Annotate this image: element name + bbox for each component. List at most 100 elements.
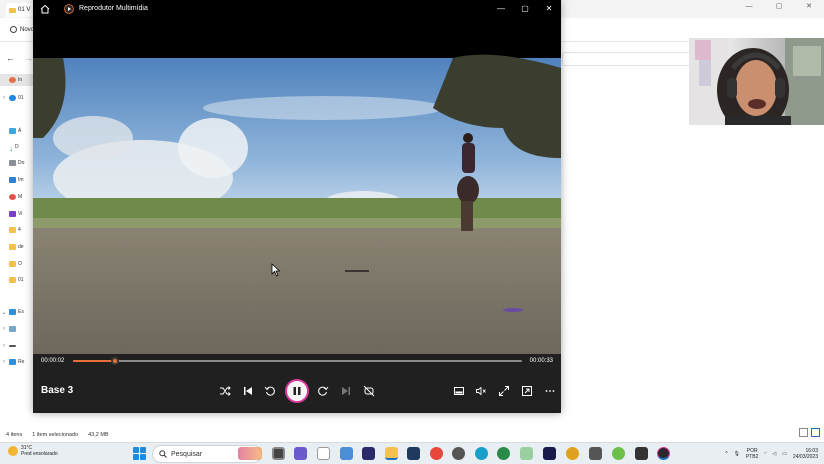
- nav-item-folder[interactable]: O: [0, 258, 22, 270]
- app-icon[interactable]: [589, 447, 602, 460]
- nav-item-label: M: [18, 194, 23, 200]
- nav-item-downloads[interactable]: ↓ D: [0, 141, 19, 153]
- more-icon: [545, 390, 555, 392]
- nav-item-label: 01: [18, 95, 24, 101]
- video-frame[interactable]: [33, 18, 561, 354]
- search-placeholder: Pesquisar: [171, 450, 203, 458]
- nav-item-folder[interactable]: 01: [0, 274, 24, 286]
- volume-button[interactable]: [474, 384, 488, 398]
- volume-icon: [476, 386, 486, 396]
- image-icon: [9, 177, 16, 183]
- battery-icon[interactable]: ▭: [782, 451, 787, 457]
- nav-item-label: Do: [18, 160, 25, 166]
- download-icon: ↓: [9, 144, 13, 153]
- more-options-button[interactable]: [543, 384, 557, 398]
- status-selected: 1 item selecionado: [32, 432, 79, 438]
- repeat-button[interactable]: [362, 384, 376, 398]
- app-icon[interactable]: [635, 447, 648, 460]
- desktop-icon: [9, 128, 16, 134]
- chat-icon[interactable]: [294, 447, 307, 460]
- chrome-icon[interactable]: [430, 447, 443, 460]
- start-button[interactable]: [133, 447, 146, 460]
- tiles-view-icon[interactable]: [811, 428, 820, 437]
- nav-item-home[interactable]: In: [0, 74, 34, 86]
- maximize-icon[interactable]: ▢: [513, 0, 537, 18]
- music-icon: [9, 194, 16, 200]
- current-time: 00:00:02: [41, 358, 65, 364]
- after-effects-icon[interactable]: [543, 447, 556, 460]
- task-view-icon[interactable]: [272, 447, 285, 460]
- home-icon: [9, 77, 16, 83]
- home-icon[interactable]: [39, 3, 51, 15]
- nav-item-network[interactable]: › Re: [0, 356, 24, 368]
- premiere-icon[interactable]: [362, 447, 375, 460]
- pause-button[interactable]: [285, 379, 309, 403]
- media-player-taskbar-icon[interactable]: [657, 447, 670, 460]
- chevron-up-icon[interactable]: ^: [725, 451, 727, 457]
- back-arrow-icon[interactable]: ←: [6, 53, 15, 63]
- maximize-icon[interactable]: ▢: [764, 0, 794, 16]
- nav-item-label: Im: [18, 177, 24, 183]
- minimize-icon[interactable]: —: [734, 0, 764, 16]
- chevron-right-icon: ›: [3, 359, 5, 365]
- app-icon[interactable]: [520, 447, 533, 460]
- nav-item-folder[interactable]: de: [0, 241, 24, 253]
- clock[interactable]: 16:03 24/03/2023: [793, 448, 818, 460]
- fullscreen-button[interactable]: [497, 384, 511, 398]
- app-icon[interactable]: [566, 447, 579, 460]
- cast-button[interactable]: [520, 384, 534, 398]
- close-icon[interactable]: ✕: [537, 0, 561, 18]
- nav-item-this-pc[interactable]: ⌄ Es: [0, 306, 24, 318]
- widgets-icon[interactable]: [317, 447, 330, 460]
- nav-item-desktop[interactable]: Á: [0, 125, 21, 137]
- nav-item-onedrive[interactable]: › 01: [0, 92, 24, 104]
- seek-bar[interactable]: [73, 357, 522, 365]
- chevron-right-icon: ›: [3, 343, 5, 349]
- previous-button[interactable]: [241, 384, 255, 398]
- nav-item-music[interactable]: M: [0, 191, 22, 203]
- app-icon[interactable]: [452, 447, 465, 460]
- seek-bar-thumb[interactable]: [111, 357, 120, 365]
- chevron-right-icon: ›: [3, 95, 5, 101]
- forward-button[interactable]: [316, 384, 330, 398]
- folder-icon: [9, 7, 16, 13]
- photoshop-icon[interactable]: [407, 447, 420, 460]
- seek-bar-progress: [73, 360, 116, 362]
- nav-item-label: D: [15, 144, 19, 150]
- shuffle-icon: [220, 386, 231, 396]
- language-indicator[interactable]: POR PTB2: [746, 448, 759, 460]
- nav-item-images[interactable]: Im: [0, 174, 24, 186]
- microphone-icon[interactable]: 🎙: [734, 451, 740, 457]
- rewind-icon: [264, 386, 275, 396]
- shuffle-button[interactable]: [218, 384, 232, 398]
- nav-item-documents[interactable]: Do: [0, 157, 24, 169]
- nav-item-drive[interactable]: ›: [0, 323, 18, 335]
- edge-icon[interactable]: [475, 447, 488, 460]
- rewind-button[interactable]: [263, 384, 277, 398]
- nav-item-folder[interactable]: 4: [0, 224, 21, 236]
- speaker-icon[interactable]: ◁: [772, 451, 776, 457]
- next-button[interactable]: [339, 384, 353, 398]
- explorer-tab[interactable]: 01 V: [6, 3, 36, 17]
- wifi-icon[interactable]: ◜: [764, 451, 766, 457]
- app-icon[interactable]: [497, 447, 510, 460]
- system-tray: ^ 🎙 POR PTB2 ◜ ◁ ▭ 16:03 24/03/2023: [725, 443, 824, 464]
- computer-icon: [9, 309, 16, 315]
- mail-icon[interactable]: [340, 447, 353, 460]
- nav-item-label: Á: [18, 128, 22, 134]
- nav-item-drive[interactable]: ›: [0, 340, 18, 352]
- weather-description: Pred ensolarado: [21, 451, 58, 457]
- weather-widget[interactable]: 31°C Pred ensolarado: [8, 445, 58, 457]
- minimize-icon[interactable]: —: [489, 0, 513, 18]
- miniplayer-button[interactable]: [452, 384, 466, 398]
- details-view-icon[interactable]: [799, 428, 808, 437]
- forward-arrow-icon[interactable]: →: [24, 53, 33, 63]
- close-icon[interactable]: ✕: [794, 0, 824, 16]
- app-icon[interactable]: [612, 447, 625, 460]
- sun-icon: [8, 446, 18, 456]
- new-button[interactable]: Novo: [10, 26, 34, 33]
- video-icon: [9, 211, 16, 217]
- nav-item-videos[interactable]: Vi: [0, 208, 22, 220]
- file-explorer-icon[interactable]: [385, 447, 398, 460]
- webcam-overlay: [689, 38, 824, 125]
